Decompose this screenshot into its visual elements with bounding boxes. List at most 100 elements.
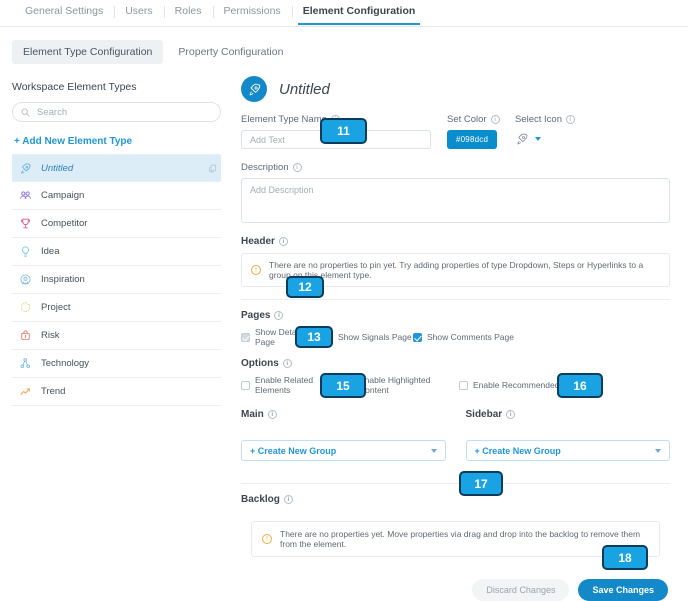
network-icon — [20, 358, 30, 368]
options-label: Options i — [241, 358, 670, 369]
lightbulb-icon — [22, 246, 29, 257]
info-icon[interactable]: i — [278, 237, 288, 246]
page-title: Untitled — [279, 80, 330, 98]
color-swatch[interactable]: #098dcd — [447, 130, 498, 149]
trend-icon — [20, 388, 30, 395]
rocket-icon — [517, 133, 528, 145]
description-textarea[interactable]: Add Description — [241, 178, 670, 223]
backlog-notice-text: There are no properties yet. Move proper… — [280, 529, 641, 549]
description-section: Description i Add Description — [241, 162, 670, 223]
checkbox-box[interactable] — [241, 332, 250, 342]
element-type-label: Campaign — [41, 190, 85, 201]
element-type-row[interactable]: Idea — [12, 238, 221, 266]
element-type-row[interactable]: Campaign — [12, 182, 221, 210]
hexagon-icon — [21, 302, 30, 313]
subtab-property-configuration[interactable]: Property Configuration — [167, 40, 294, 64]
checkbox-box[interactable] — [459, 380, 468, 390]
callout-badge-15: 15 — [320, 373, 366, 398]
info-icon[interactable]: i — [283, 495, 293, 504]
element-type-label: Idea — [41, 246, 60, 257]
checkbox-box[interactable] — [241, 380, 250, 390]
chevron-down-icon[interactable] — [535, 137, 541, 141]
sidebar-select-value: + Create New Group — [474, 445, 561, 456]
element-type-label: Competitor — [41, 218, 88, 229]
divider — [241, 299, 670, 300]
element-type-row[interactable]: Inspiration — [12, 266, 221, 294]
element-type-label: Inspiration — [41, 274, 85, 285]
add-new-element-type-button[interactable]: + Add New Element Type — [12, 136, 221, 147]
detail-header: Untitled — [241, 72, 670, 114]
lightbulb-icon — [18, 244, 33, 259]
options-section: Options i Enable Related Elements Enable … — [241, 358, 670, 395]
panel-title: Workspace Element Types — [12, 81, 137, 93]
checkbox-box[interactable] — [413, 332, 422, 342]
tab-roles[interactable]: Roles — [163, 0, 213, 24]
tab-general-settings[interactable]: General Settings — [14, 0, 114, 24]
sidebar-group-column: Sidebar i + Create New Group — [465, 409, 671, 461]
element-type-label: Technology — [41, 358, 90, 369]
exclamation-icon: ! — [262, 534, 272, 544]
primary-tab-bar: General Settings Users Roles Permissions Ele… — [0, 0, 688, 27]
main-create-group-select[interactable]: + Create New Group — [241, 440, 446, 461]
identity-row: Element Type Name i Add Text Set Color i… — [241, 114, 670, 149]
info-icon[interactable]: i — [274, 311, 284, 320]
search-box[interactable] — [12, 102, 221, 122]
callout-badge-12: 12 — [286, 276, 324, 298]
avatar — [241, 76, 267, 102]
callout-badge-13: 13 — [295, 326, 333, 348]
info-icon[interactable]: i — [566, 115, 575, 124]
tab-permissions[interactable]: Permissions — [212, 0, 292, 24]
chevron-down-icon — [430, 448, 437, 453]
element-types-panel: Workspace Element Types + Add New Elemen… — [0, 72, 233, 601]
risk-icon — [18, 328, 33, 343]
element-type-row[interactable]: Trend — [12, 378, 221, 406]
select-icon-label: Select Icon i — [515, 114, 575, 125]
search-icon — [21, 108, 30, 117]
page-body: Workspace Element Types + Add New Elemen… — [0, 64, 688, 601]
description-placeholder: Add Description — [250, 185, 314, 195]
info-icon[interactable]: i — [490, 115, 500, 124]
element-type-row[interactable]: Technology — [12, 350, 221, 378]
checkbox-label: Show Signals Page — [338, 332, 412, 342]
element-type-label: Risk — [41, 330, 60, 341]
inspiration-icon — [18, 272, 33, 287]
info-icon[interactable]: i — [292, 163, 302, 172]
info-icon[interactable]: i — [282, 359, 292, 368]
sidebar-label: Sidebar i — [466, 409, 671, 420]
exclamation-icon: ! — [251, 265, 261, 275]
info-icon[interactable]: i — [506, 410, 516, 419]
element-type-row[interactable]: Competitor — [12, 210, 221, 238]
groups-section: Main i + Create New Group Sidebar i + Cr… — [241, 409, 670, 461]
checkbox-show-comments-page[interactable]: Show Comments Page — [413, 332, 533, 342]
element-type-name-placeholder: Add Text — [250, 134, 285, 145]
subtab-element-type-configuration[interactable]: Element Type Configuration — [12, 40, 164, 64]
callout-badge-18: 18 — [602, 545, 648, 570]
rocket-icon — [249, 83, 260, 95]
set-color-label: Set Color i — [447, 114, 511, 125]
main-group-column: Main i + Create New Group — [241, 409, 446, 461]
header-notice-text: There are no properties to pin yet. Try … — [269, 260, 644, 280]
callout-badge-17: 17 — [459, 471, 503, 496]
trophy-icon — [18, 216, 33, 231]
header-section-label: Header i — [241, 236, 670, 247]
rocket-icon — [21, 162, 31, 174]
info-icon[interactable]: i — [267, 410, 277, 419]
chevron-down-icon — [655, 448, 661, 453]
tab-element-configuration[interactable]: Element Configuration — [291, 0, 427, 25]
element-type-row[interactable]: Untitled — [12, 154, 221, 182]
trophy-icon — [21, 218, 30, 229]
sidebar-create-group-select[interactable]: + Create New Group — [465, 440, 670, 461]
element-type-list: Untitled Campaign Competitor Idea Inspiratio… — [12, 154, 221, 406]
element-type-row[interactable]: Project — [12, 294, 221, 322]
icon-picker[interactable] — [515, 130, 575, 146]
campaign-icon — [18, 188, 33, 203]
inspiration-icon — [20, 274, 31, 285]
duplicate-icon[interactable] — [208, 164, 217, 173]
checkbox-label: Show Comments Page — [427, 332, 514, 342]
search-input[interactable] — [35, 105, 195, 119]
element-type-row[interactable]: Risk — [12, 322, 221, 350]
description-label: Description i — [241, 162, 670, 173]
tab-users[interactable]: Users — [114, 0, 163, 24]
checkbox-show-signals-page[interactable]: Show Signals Page — [324, 332, 413, 342]
backlog-empty-notice: ! There are no properties yet. Move prop… — [251, 521, 660, 557]
